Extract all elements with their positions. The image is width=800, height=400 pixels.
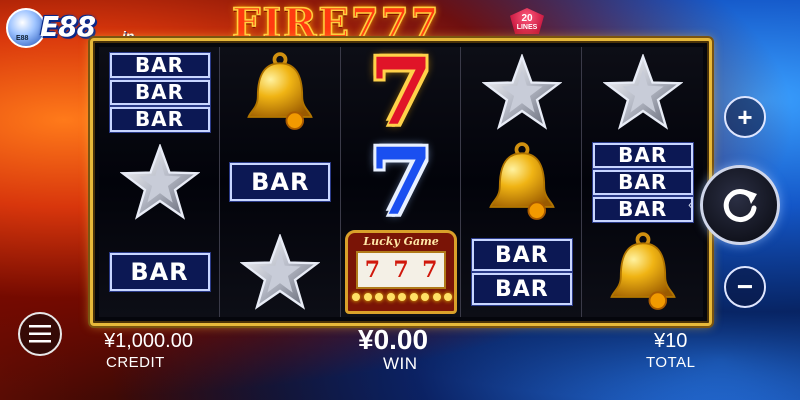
star-icon xyxy=(119,144,200,220)
reel-cell: 7 xyxy=(341,38,462,146)
reel-cell xyxy=(582,227,703,317)
lines-count: 20 xyxy=(521,13,533,24)
reel-cell xyxy=(99,137,220,227)
bar-label: BAR xyxy=(229,162,332,202)
lucky-game-window: 777 xyxy=(356,251,447,289)
spin-hint-chevron-icon: ‹ xyxy=(688,196,693,212)
reel-cell: Lucky Game 777 xyxy=(341,227,462,317)
lucky-game-label: Lucky Game xyxy=(363,235,439,248)
increase-bet-button[interactable]: + xyxy=(724,96,766,138)
reel-frame: BAR BAR BAR BAR BAR 77 Lucky Game 777 BA… xyxy=(90,38,712,326)
win-label: WIN xyxy=(383,354,418,373)
reel-cell xyxy=(582,47,703,137)
bar-label: BAR xyxy=(591,141,694,169)
star-icon xyxy=(240,234,321,310)
reel-cell xyxy=(461,137,582,227)
logo-badge-text: E88 xyxy=(16,35,29,42)
bar-symbol-3: BAR BAR BAR xyxy=(591,141,694,223)
reel-5: BAR BAR BAR xyxy=(582,47,703,317)
reel-3: 77 Lucky Game 777 xyxy=(340,38,462,317)
win-value: ¥0.00 xyxy=(358,324,429,355)
reel-cell: BAR BAR BAR xyxy=(582,137,703,227)
bar-label: BAR xyxy=(108,105,211,133)
star-icon xyxy=(602,54,683,130)
bar-label: BAR xyxy=(591,195,694,223)
bar-label: BAR xyxy=(591,168,694,196)
bar-symbol-2: BAR BAR xyxy=(470,238,573,306)
bar-label: BAR xyxy=(470,238,573,272)
lucky-game-symbol: Lucky Game 777 xyxy=(345,230,458,314)
lines-badge: 20 LINES xyxy=(510,8,544,34)
red-seven-symbol: 7 xyxy=(369,38,434,146)
reel-cell xyxy=(220,227,341,317)
lucky-game-lights xyxy=(352,293,453,307)
bar-symbol-1: BAR xyxy=(229,162,332,202)
reel-1: BAR BAR BAR BAR xyxy=(99,47,220,317)
star-icon xyxy=(481,54,562,130)
reel-2: BAR xyxy=(219,47,341,317)
reel-cell xyxy=(461,47,582,137)
decrease-bet-button[interactable]: − xyxy=(724,266,766,308)
reel-cell: 7 xyxy=(341,128,462,236)
total-bet-label: TOTAL xyxy=(646,354,696,371)
reel-cell: BAR BAR BAR xyxy=(99,47,220,137)
reel-cell: BAR xyxy=(99,227,220,317)
credit-value: ¥1,000.00 xyxy=(104,330,193,352)
blue-seven-symbol: 7 xyxy=(369,128,434,236)
bell-icon xyxy=(609,232,676,310)
spin-button[interactable] xyxy=(700,165,780,245)
reel-4: BAR BAR xyxy=(461,47,583,317)
bar-label: BAR xyxy=(108,78,211,106)
bell-icon xyxy=(489,142,555,220)
lines-label: LINES xyxy=(516,24,538,31)
refresh-icon xyxy=(723,189,757,223)
menu-button[interactable] xyxy=(18,312,62,356)
bar-symbol-3: BAR BAR BAR xyxy=(108,51,211,133)
bar-label: BAR xyxy=(108,252,211,292)
reel-cell: BAR BAR xyxy=(461,227,582,317)
bar-label: BAR xyxy=(470,272,573,306)
logo-text: E88 xyxy=(40,10,96,43)
reels-container: BAR BAR BAR BAR BAR 77 Lucky Game 777 BA… xyxy=(99,38,703,317)
bell-icon xyxy=(247,52,314,130)
menu-icon xyxy=(29,325,51,343)
reel-cell xyxy=(220,47,341,137)
credit-label: CREDIT xyxy=(106,354,165,371)
total-bet-value: ¥10 xyxy=(654,330,688,352)
bar-symbol-1: BAR xyxy=(108,252,211,292)
reel-cell: BAR xyxy=(220,137,341,227)
bar-label: BAR xyxy=(108,51,211,79)
